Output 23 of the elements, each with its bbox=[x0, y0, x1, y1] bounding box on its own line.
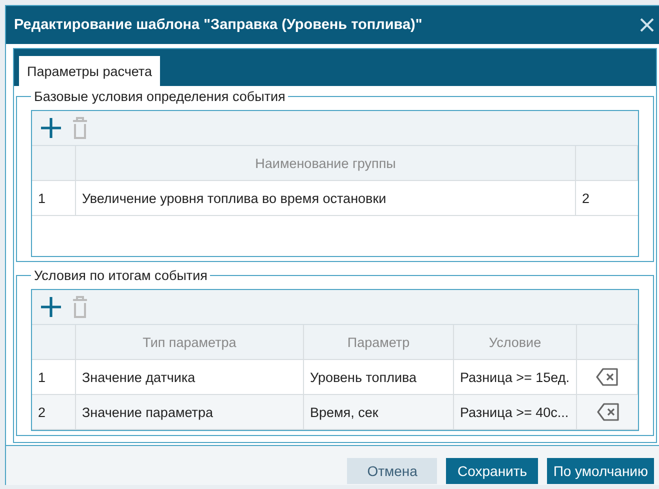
dialog-button[interactable]: Сохранить bbox=[446, 458, 538, 484]
dialog-button[interactable]: Отмена bbox=[347, 458, 438, 484]
table-cell: 1 bbox=[32, 181, 76, 216]
dialog-button[interactable]: По умолчанию bbox=[547, 458, 654, 484]
column-header: Тип параметра bbox=[76, 325, 304, 360]
tab[interactable]: Параметры расчета bbox=[19, 56, 160, 86]
delete-row-icon[interactable] bbox=[596, 403, 618, 421]
add-icon[interactable] bbox=[40, 117, 62, 139]
window-title: Редактирование шаблона "Заправка (Уровень топлива)" bbox=[14, 17, 422, 33]
table-cell: 2 bbox=[32, 395, 76, 430]
add-icon[interactable] bbox=[40, 296, 62, 318]
section-legend: Условия по итогам события bbox=[31, 268, 210, 283]
section-legend: Базовые условия определения события bbox=[31, 89, 288, 104]
table-cell: Увеличение уровня топлива во время остановки bbox=[76, 181, 576, 216]
table-cell: Время, сек bbox=[304, 395, 454, 430]
column-header: Параметр bbox=[304, 325, 454, 360]
table-cell: Значение параметра bbox=[76, 395, 304, 430]
column-header: Условие bbox=[454, 325, 577, 360]
column-header: Наименование группы bbox=[76, 146, 576, 181]
close-icon[interactable] bbox=[640, 18, 654, 32]
table-cell: 2 bbox=[576, 181, 638, 216]
table-cell: Разница >= 40с... bbox=[454, 395, 577, 430]
delete-row-icon[interactable] bbox=[596, 368, 618, 386]
